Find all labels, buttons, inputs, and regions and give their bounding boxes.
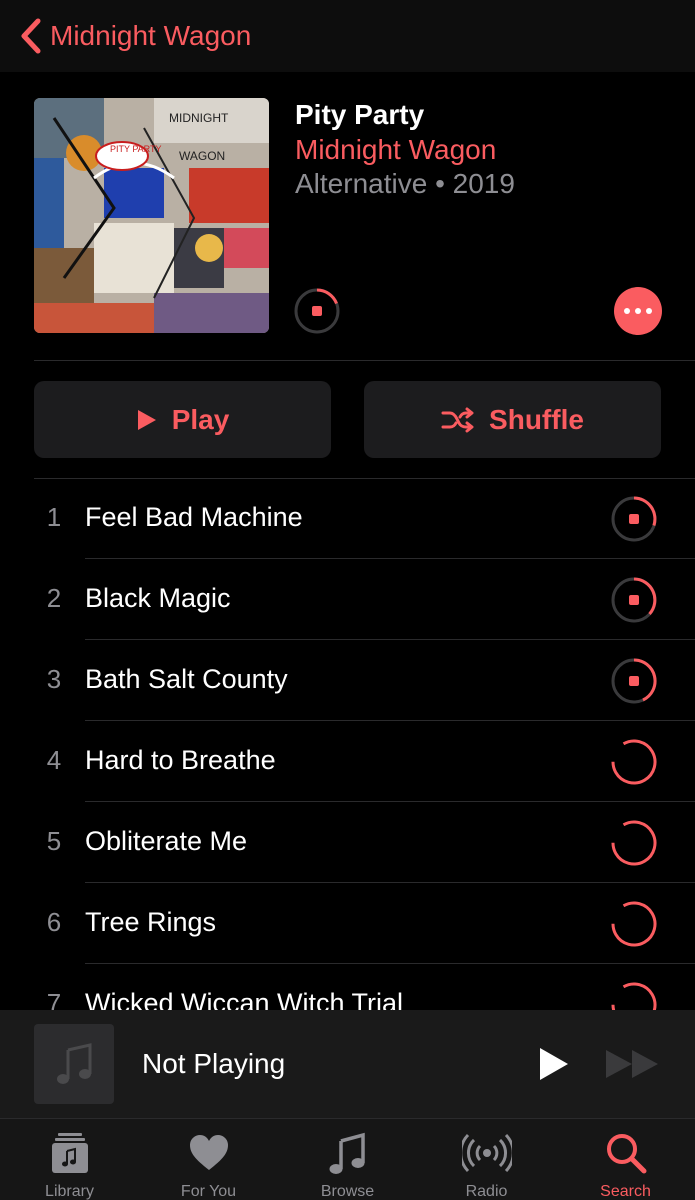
tab-bar: Library For You Browse Radio Search <box>0 1118 695 1200</box>
tab-label: For You <box>180 1183 237 1200</box>
svg-text:WAGON: WAGON <box>179 149 225 163</box>
music-note-icon <box>329 1132 365 1174</box>
download-waiting-icon[interactable] <box>610 819 658 867</box>
tab-label: Library <box>45 1183 94 1200</box>
mini-player[interactable]: Not Playing <box>0 1010 695 1118</box>
track-number: 3 <box>46 664 62 694</box>
download-progress-icon[interactable] <box>610 657 658 705</box>
track-title: Obliterate Me <box>85 826 248 856</box>
track-row[interactable]: 7 Wicked Wiccan Witch Trial <box>0 964 695 1010</box>
album-title: Pity Party <box>295 99 425 130</box>
album-download-progress-button[interactable] <box>293 287 341 335</box>
track-number: 2 <box>46 583 62 613</box>
tab-search[interactable]: Search <box>556 1119 695 1200</box>
album-artwork[interactable]: PITY PARTY MIDNIGHT WAGON <box>34 98 269 333</box>
track-number: 6 <box>46 907 62 937</box>
header-divider <box>34 360 695 361</box>
track-list: 1 Feel Bad Machine 2 Black Magic 3 Bath … <box>0 478 695 1010</box>
track-row[interactable]: 5 Obliterate Me <box>0 802 695 883</box>
tab-label: Search <box>600 1183 651 1200</box>
track-number: 7 <box>46 988 62 1010</box>
download-waiting-icon[interactable] <box>610 981 658 1010</box>
track-number: 4 <box>46 745 62 775</box>
search-icon <box>606 1134 646 1174</box>
tab-label: Radio <box>465 1183 508 1200</box>
mini-player-artwork <box>34 1024 114 1104</box>
download-progress-icon[interactable] <box>610 576 658 624</box>
navigation-bar: Midnight Wagon <box>0 0 695 72</box>
track-title: Black Magic <box>85 583 231 613</box>
play-label: Play <box>171 403 230 435</box>
shuffle-label: Shuffle <box>489 403 584 435</box>
ellipsis-icon <box>624 308 630 314</box>
chevron-left-icon <box>21 18 41 54</box>
tab-radio[interactable]: Radio <box>417 1119 556 1200</box>
track-title: Wicked Wiccan Witch Trial <box>85 988 404 1010</box>
svg-text:MIDNIGHT: MIDNIGHT <box>169 111 229 125</box>
tab-browse[interactable]: Browse <box>278 1119 417 1200</box>
track-row[interactable]: 1 Feel Bad Machine <box>0 478 695 559</box>
mini-play-button[interactable] <box>532 1044 572 1084</box>
music-note-icon <box>57 1043 92 1084</box>
library-icon <box>51 1133 88 1173</box>
heart-icon <box>189 1135 228 1170</box>
radio-icon <box>461 1133 512 1173</box>
track-row[interactable]: 4 Hard to Breathe <box>0 721 695 802</box>
fast-forward-icon[interactable] <box>604 1046 664 1082</box>
track-title: Tree Rings <box>85 907 217 937</box>
now-playing-status: Not Playing <box>142 1048 286 1079</box>
tab-for-you[interactable]: For You <box>139 1119 278 1200</box>
svg-text:PITY PARTY: PITY PARTY <box>110 144 162 154</box>
track-number: 5 <box>46 826 62 856</box>
track-row[interactable]: 3 Bath Salt County <box>0 640 695 721</box>
download-progress-icon <box>294 288 340 334</box>
download-waiting-icon[interactable] <box>610 738 658 786</box>
album-artist-link[interactable]: Midnight Wagon <box>295 134 496 166</box>
download-waiting-icon[interactable] <box>610 900 658 948</box>
tab-library[interactable]: Library <box>0 1119 139 1200</box>
back-button[interactable]: Midnight Wagon <box>20 14 251 58</box>
download-progress-icon[interactable] <box>610 495 658 543</box>
more-options-button[interactable] <box>614 287 662 335</box>
album-genre-year: Alternative • 2019 <box>295 168 515 199</box>
tab-label: Browse <box>320 1183 375 1200</box>
track-number: 1 <box>46 502 62 532</box>
shuffle-icon <box>441 407 474 432</box>
track-title: Bath Salt County <box>85 664 288 694</box>
track-title: Hard to Breathe <box>85 745 276 775</box>
track-title: Feel Bad Machine <box>85 502 303 532</box>
track-row[interactable]: 6 Tree Rings <box>0 883 695 964</box>
play-icon <box>137 409 156 430</box>
play-button[interactable]: Play <box>34 381 331 458</box>
album-artwork-image: PITY PARTY MIDNIGHT WAGON <box>34 98 269 333</box>
shuffle-button[interactable]: Shuffle <box>364 381 661 458</box>
track-row[interactable]: 2 Black Magic <box>0 559 695 640</box>
back-label: Midnight Wagon <box>50 20 252 51</box>
